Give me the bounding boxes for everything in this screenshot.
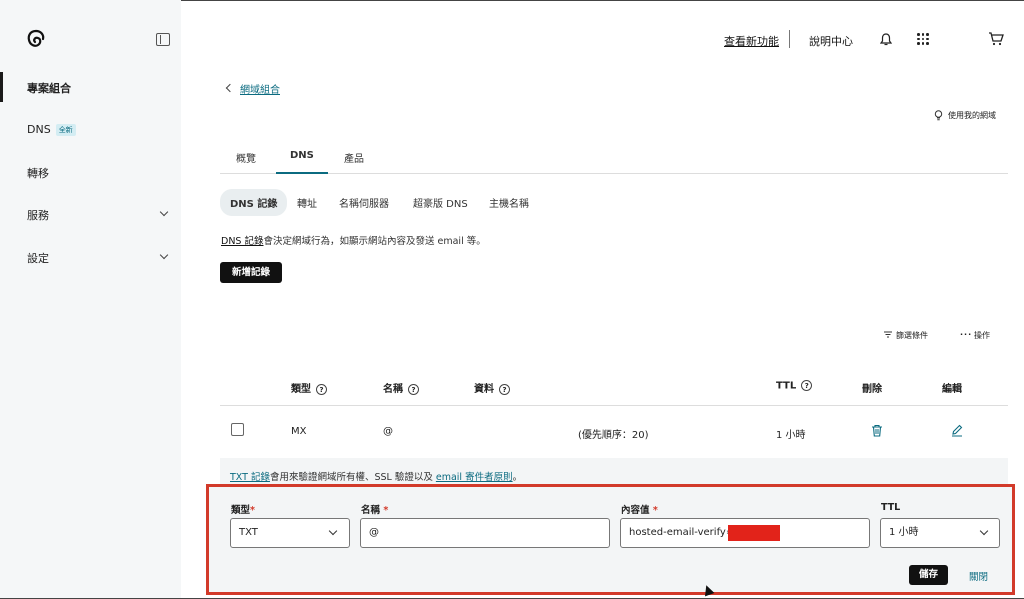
sidebar-item-label: 專案組合 — [27, 82, 71, 95]
ttl-label: TTL — [881, 502, 901, 513]
subtab-hostnames[interactable]: 主機名稱 — [489, 195, 529, 210]
row-data: (優先順序：20) — [578, 430, 649, 441]
redaction-mark — [728, 525, 780, 541]
actions-button[interactable]: 操作 — [974, 330, 990, 341]
dns-records-link[interactable]: DNS 記錄 — [221, 236, 263, 247]
name-label: 名稱 * — [361, 505, 389, 516]
edit-icon[interactable] — [951, 424, 963, 437]
help-icon[interactable]: ? — [801, 380, 813, 391]
column-header-name: 名稱? — [383, 380, 419, 395]
chevron-down-icon[interactable] — [159, 250, 169, 260]
subtab-forwarding[interactable]: 轉址 — [297, 195, 317, 210]
tab-products[interactable]: 產品 — [344, 150, 364, 174]
column-header-data: 資料? — [474, 380, 510, 395]
active-indicator — [0, 72, 3, 102]
help-center-link[interactable]: 說明中心 — [809, 33, 853, 49]
tab-dns[interactable]: DNS — [276, 150, 328, 174]
column-header-edit: 編輯 — [942, 384, 962, 395]
apps-grid-icon[interactable] — [917, 33, 929, 45]
sidebar-item-label: 設定 — [27, 252, 49, 265]
whats-new-link[interactable]: 查看新功能 — [724, 33, 779, 49]
filter-button[interactable]: 篩選條件 — [896, 330, 928, 341]
tab-overview[interactable]: 概覽 — [236, 150, 256, 174]
table-divider — [220, 405, 1008, 406]
value-label: 內容值 * — [621, 505, 658, 516]
back-link[interactable]: 網域組合 — [240, 81, 280, 96]
name-input[interactable]: @ — [360, 518, 610, 548]
new-badge: 全新 — [55, 124, 76, 136]
subtab-dns-records[interactable]: DNS 記錄 — [220, 189, 288, 216]
sidebar-item-label: 轉移 — [27, 167, 49, 180]
sidebar: 專案組合 DNS 全新 轉移 服務 設定 — [0, 0, 181, 599]
trash-icon[interactable] — [871, 424, 883, 437]
row-type: MX — [291, 426, 307, 437]
column-header-type: 類型? — [291, 380, 327, 395]
bell-icon[interactable] — [880, 33, 892, 46]
row-checkbox[interactable] — [231, 423, 244, 436]
sidebar-item-transfer[interactable]: 轉移 — [27, 165, 49, 181]
header-divider — [789, 30, 790, 48]
type-label: 類型* — [231, 505, 255, 516]
godaddy-logo-icon[interactable] — [26, 29, 46, 49]
sidebar-item-portfolio[interactable]: 專案組合 — [27, 80, 71, 96]
collapse-sidebar-icon[interactable] — [156, 33, 170, 46]
close-button[interactable]: 關閉 — [969, 569, 988, 583]
chevron-left-icon[interactable] — [225, 83, 235, 93]
sidebar-item-label: 服務 — [27, 209, 49, 222]
use-my-domain-link[interactable]: 使用我的網域 — [948, 110, 996, 121]
chevron-down-icon[interactable] — [159, 207, 169, 217]
help-icon[interactable]: ? — [499, 383, 510, 395]
row-ttl: 1 小時 — [776, 430, 806, 441]
save-button[interactable]: 儲存 — [909, 565, 948, 585]
column-header-delete: 刪除 — [862, 384, 882, 395]
email-sender-policy-link[interactable]: email 寄件者原則 — [436, 472, 513, 483]
subtab-premium-dns[interactable]: 超豪版 DNS — [413, 195, 468, 210]
txt-info-text: TXT 記錄會用來驗證網域所有權、SSL 驗證以及 email 寄件者原則。 — [230, 472, 523, 483]
subtab-nameservers[interactable]: 名稱伺服器 — [339, 195, 389, 210]
cart-icon[interactable] — [988, 32, 1004, 46]
tabs-bar: 概覽 DNS 產品 — [220, 150, 1008, 174]
more-icon[interactable]: ··· — [960, 330, 972, 339]
filter-icon — [884, 331, 892, 338]
txt-record-link[interactable]: TXT 記錄 — [230, 472, 270, 483]
dns-description: DNS 記錄會決定網域行為，如顯示網站內容及發送 email 等。 — [221, 233, 486, 247]
help-icon[interactable]: ? — [316, 383, 327, 395]
sidebar-item-label: DNS — [27, 123, 51, 136]
lightbulb-icon — [934, 110, 943, 121]
help-icon[interactable]: ? — [408, 383, 419, 395]
column-header-ttl: TTL? — [776, 380, 813, 392]
description-text: 會決定網域行為，如顯示網站內容及發送 email 等。 — [263, 236, 486, 247]
sidebar-item-settings[interactable]: 設定 — [27, 250, 49, 266]
sidebar-item-dns[interactable]: DNS 全新 — [27, 123, 76, 136]
row-name: @ — [383, 426, 393, 437]
add-record-button[interactable]: 新增記錄 — [220, 262, 282, 283]
sidebar-item-services[interactable]: 服務 — [27, 207, 49, 223]
